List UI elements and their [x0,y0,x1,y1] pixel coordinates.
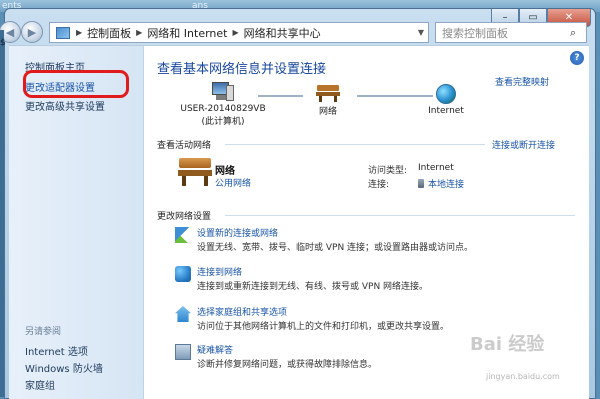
access-type-value: Internet [418,163,454,173]
active-networks-heading: 查看活动网络 [157,141,212,151]
search-placeholder: 搜索控制面板 [442,26,508,40]
edge-mark: $ [0,38,6,48]
help-icon[interactable]: ? [570,51,584,65]
breadcrumb-network-internet[interactable]: 网络和 Internet [144,25,230,41]
local-connection-link[interactable]: 本地连接 [418,177,464,190]
troubleshoot-link[interactable]: 疑难解答 [197,343,233,356]
breadcrumb-control-panel[interactable]: 控制面板 [84,25,134,41]
map-node-network[interactable]: 网络 [303,84,353,117]
network-type-link[interactable]: 公用网络 [215,176,251,189]
setup-connection-icon [175,227,191,243]
connect-network-desc: 连接到或重新连接到无线、有线、拨号或 VPN 网络连接。 [197,282,429,292]
troubleshoot-desc: 诊断并修复网络问题，或获得故障排除信息。 [197,360,378,370]
see-full-map-link[interactable]: 查看完整映射 [495,75,549,88]
globe-icon [436,84,456,104]
see-also-windows-firewall[interactable]: Windows 防火墙 [25,360,103,375]
address-bar[interactable]: ▶ 控制面板 ▶ 网络和 Internet ▶ 网络和共享中心 ▼ [49,22,429,43]
chevron-right-icon[interactable]: ▶ [231,28,241,37]
highlight-ring [23,70,129,98]
homegroup-sharing-desc: 访问位于其他网络计算机上的文件和打印机，或更改共享设置。 [197,322,450,332]
computer-name: USER-20140829VB [180,104,266,114]
homegroup-sharing-link[interactable]: 选择家庭组和共享选项 [197,305,287,318]
connect-network-link[interactable]: 连接到网络 [197,265,242,278]
access-type-label: 访问类型: [368,166,408,176]
network-node-label: 网络 [318,107,337,117]
see-also-heading: 另请参阅 [25,327,62,337]
forward-button[interactable]: ▶ [21,21,43,43]
sidebar-item-advanced-sharing-settings[interactable]: 更改高级共享设置 [25,98,105,113]
map-node-internet[interactable]: Internet [421,84,471,116]
see-also-homegroup[interactable]: 家庭组 [25,377,55,392]
internet-node-label: Internet [428,106,464,116]
computer-icon [212,82,234,102]
connection-name[interactable]: 本地连接 [428,180,464,190]
breadcrumb-network-sharing-center[interactable]: 网络和共享中心 [241,25,324,41]
bench-icon [178,158,212,186]
map-node-computer[interactable]: USER-20140829VB (此计算机) [173,82,273,127]
chevron-right-icon[interactable]: ▶ [134,28,144,37]
divider [225,215,575,216]
connect-network-icon [175,266,191,282]
search-input[interactable]: 搜索控制面板 ⌕ [435,22,587,43]
divider [225,144,485,145]
change-settings-heading: 更改网络设置 [157,212,212,222]
chevron-right-icon[interactable]: ▶ [74,28,84,37]
bench-icon [316,84,340,102]
arrow-left-icon: ◀ [5,25,15,39]
active-network-name: 网络 [215,166,235,177]
computer-subtitle: (此计算机) [201,117,245,127]
control-panel-icon [56,26,70,39]
chevron-down-icon[interactable]: ▼ [414,28,428,37]
connections-label: 连接: [368,180,390,190]
watermark-brand: Bai 经验 [470,334,545,355]
homegroup-icon [175,306,191,322]
troubleshoot-icon [175,344,191,360]
see-also-internet-options[interactable]: Internet 选项 [25,343,88,358]
setup-connection-link[interactable]: 设置新的连接或网络 [197,226,278,239]
setup-connection-desc: 设置无线、宽带、拨号、临时或 VPN 连接；或设置路由器或访问点。 [197,243,474,253]
plug-icon [418,179,424,188]
arrow-right-icon: ▶ [27,25,37,39]
page-title: 查看基本网络信息并设置连接 [157,62,327,77]
connect-disconnect-link[interactable]: 连接或断开连接 [492,138,555,151]
sidebar: 控制面板主页 更改适配器设置 更改高级共享设置 另请参阅 Internet 选项… [9,46,144,399]
connection-line [258,95,303,97]
window-edge [0,30,4,397]
navigation-bar: ◀ ▶ ▶ 控制面板 ▶ 网络和 Internet ▶ 网络和共享中心 ▼ 搜索… [0,15,595,45]
watermark-url: jingyan.baidu.com [486,372,560,381]
search-icon[interactable]: ⌕ [570,26,586,40]
